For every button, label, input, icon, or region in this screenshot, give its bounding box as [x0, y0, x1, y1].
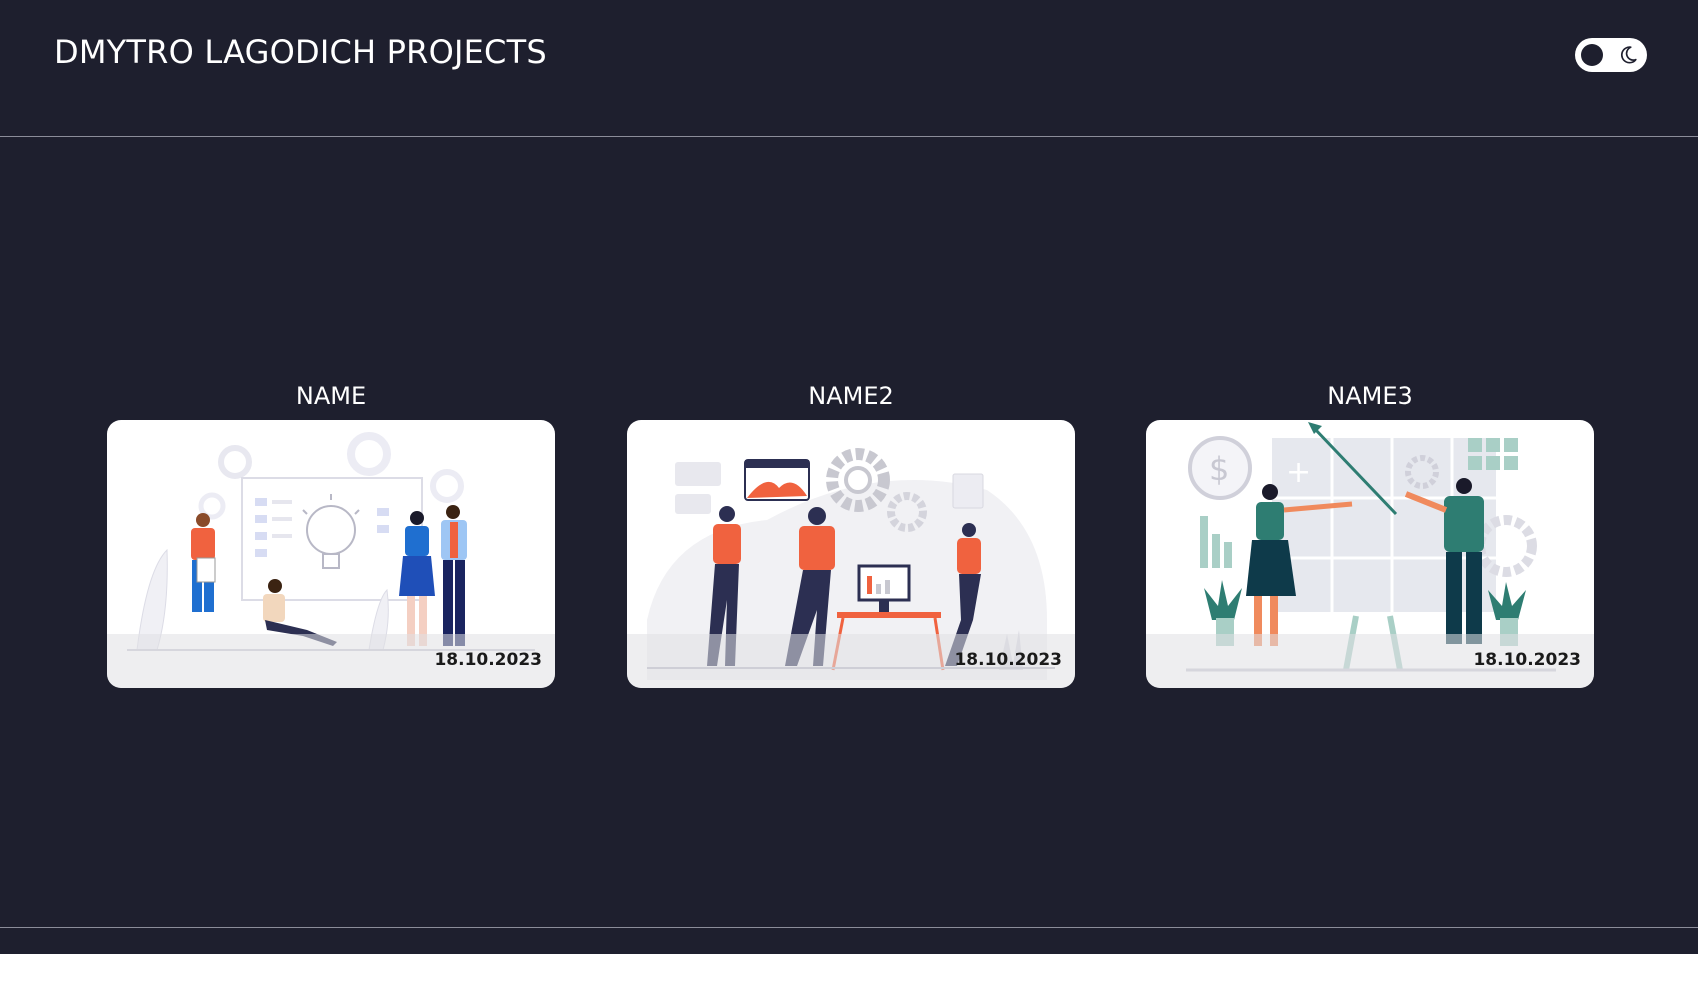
- project-card-1: NAME 18.10.2023: [107, 378, 555, 688]
- project-thumbnail[interactable]: 18.10.2023: [107, 420, 555, 688]
- project-card-2: NAME2 18.10.2023: [627, 378, 1075, 688]
- svg-text:+: +: [1286, 455, 1311, 490]
- app-root: DMYTRO LAGODICH PROJECTS NAME 18.10.2023…: [0, 0, 1698, 954]
- project-name: NAME: [295, 382, 367, 410]
- toggle-knob: [1581, 44, 1603, 66]
- project-name: NAME2: [808, 382, 894, 410]
- theme-toggle[interactable]: [1575, 38, 1647, 72]
- project-date: 18.10.2023: [954, 650, 1062, 670]
- project-name: NAME3: [1327, 382, 1413, 410]
- project-card-3: NAME3 + $ 18.10.2023: [1146, 378, 1594, 688]
- site-header: DMYTRO LAGODICH PROJECTS: [0, 0, 1698, 137]
- footer-divider: [0, 927, 1698, 928]
- moon-icon: [1620, 46, 1637, 64]
- project-date: 18.10.2023: [1473, 650, 1581, 670]
- project-thumbnail[interactable]: + $ 18.10.2023: [1146, 420, 1594, 688]
- svg-text:$: $: [1209, 450, 1229, 488]
- project-thumbnail[interactable]: 18.10.2023: [627, 420, 1075, 688]
- project-date: 18.10.2023: [434, 650, 542, 670]
- site-title: DMYTRO LAGODICH PROJECTS: [54, 33, 547, 71]
